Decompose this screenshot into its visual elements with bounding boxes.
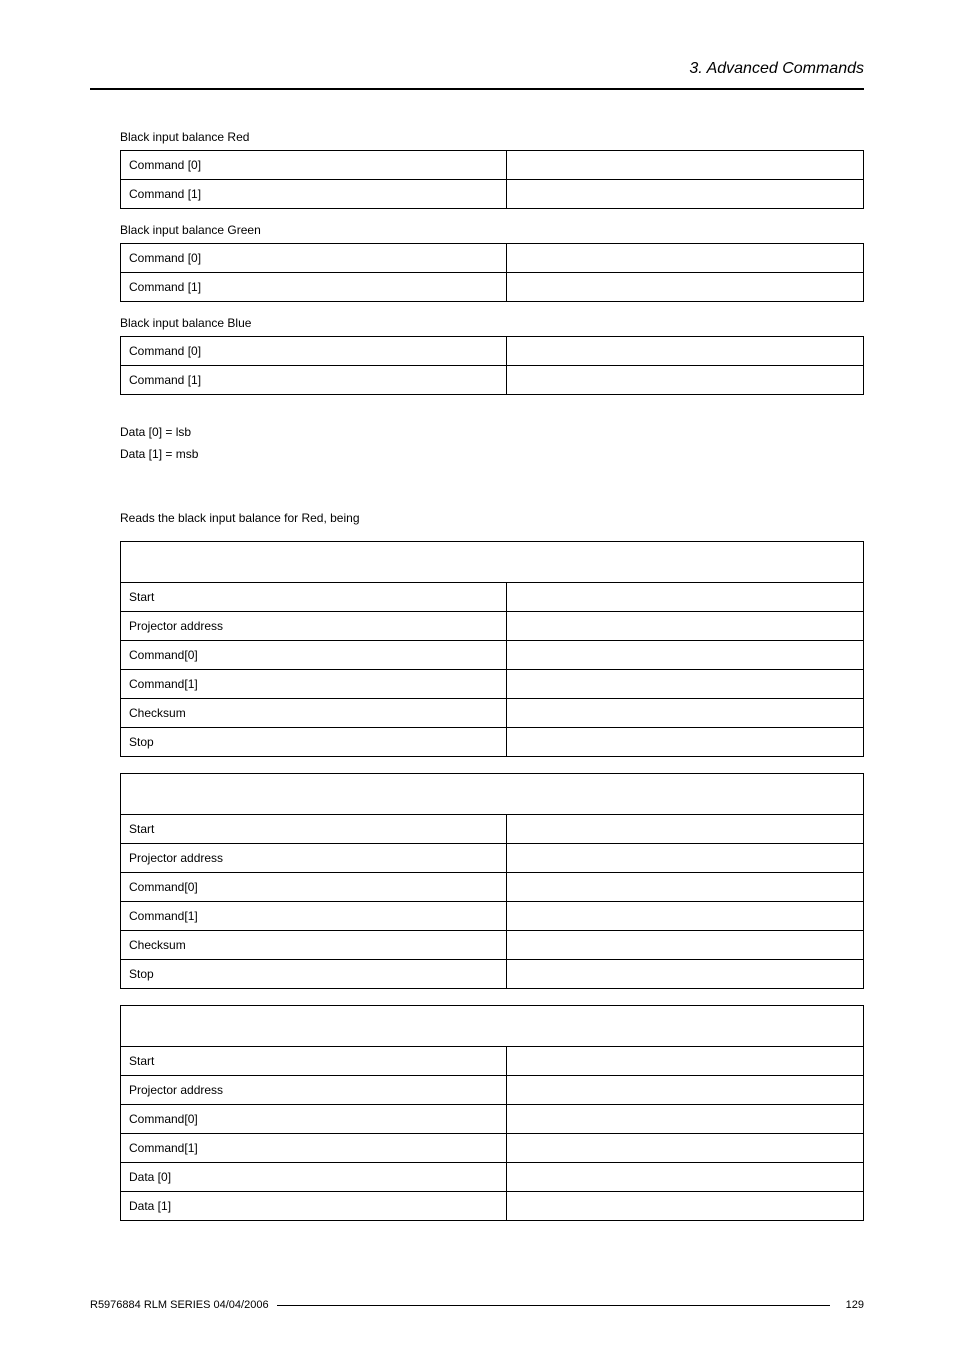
table-row: Command[0] [121,641,864,670]
cell-value [507,902,864,931]
cell-value [507,180,864,209]
footer-page-number: 129 [838,1299,864,1311]
text-example-intro: Reads the black input balance for Red, b… [120,511,864,525]
cell-label: Start [121,815,507,844]
cell-label: Command[0] [121,873,507,902]
table-row: Checksum [121,931,864,960]
cell-label: Projector address [121,1076,507,1105]
table-row: Command [0] [121,244,864,273]
label-black-input-blue: Black input balance Blue [120,316,864,330]
table-row: Projector address [121,612,864,641]
table-row: Command [1] [121,180,864,209]
cell-label: Checksum [121,931,507,960]
cell-value [507,273,864,302]
cell-value [507,1047,864,1076]
cell-value [507,612,864,641]
table-header-cell [121,1006,864,1047]
cell-label: Command [0] [121,151,507,180]
table-row: Checksum [121,699,864,728]
cell-value [507,583,864,612]
cell-label: Command [0] [121,337,507,366]
cell-value [507,1192,864,1221]
text-data-lsb: Data [0] = lsb [120,425,864,439]
cell-label: Command[1] [121,1134,507,1163]
cell-label: Stop [121,728,507,757]
table-row: Projector address [121,1076,864,1105]
header-rule [90,88,864,90]
table-row: Start [121,583,864,612]
cell-value [507,366,864,395]
cell-label: Command[1] [121,670,507,699]
table-example-2: Start Projector address Command[0] Comma… [120,773,864,989]
table-example-3: Start Projector address Command[0] Comma… [120,1005,864,1221]
cell-value [507,1076,864,1105]
footer-doc-id: R5976884 RLM SERIES 04/04/2006 [90,1299,269,1311]
cell-label: Stop [121,960,507,989]
cell-label: Start [121,1047,507,1076]
cell-value [507,699,864,728]
table-row: Stop [121,728,864,757]
cell-label: Command [0] [121,244,507,273]
cell-label: Command [1] [121,366,507,395]
document-body: Black input balance Red Command [0] Comm… [90,130,864,1221]
table-example-1: Start Projector address Command[0] Comma… [120,541,864,757]
cell-value [507,641,864,670]
table-red-commands: Command [0] Command [1] [120,150,864,209]
cell-label: Command [1] [121,180,507,209]
cell-label: Projector address [121,844,507,873]
table-row: Data [0] [121,1163,864,1192]
cell-label: Command[0] [121,641,507,670]
table-row: Projector address [121,844,864,873]
table-header-cell [121,542,864,583]
cell-value [507,931,864,960]
table-row: Start [121,815,864,844]
cell-label: Projector address [121,612,507,641]
table-header-row [121,774,864,815]
table-row: Command [1] [121,273,864,302]
cell-value [507,337,864,366]
cell-label: Command [1] [121,273,507,302]
cell-label: Data [0] [121,1163,507,1192]
cell-value [507,728,864,757]
table-row: Command[0] [121,873,864,902]
page-footer: R5976884 RLM SERIES 04/04/2006 129 [90,1299,864,1311]
table-header-cell [121,774,864,815]
cell-value [507,1163,864,1192]
table-row: Start [121,1047,864,1076]
text-data-msb: Data [1] = msb [120,447,864,461]
cell-label: Command[0] [121,1105,507,1134]
cell-label: Start [121,583,507,612]
table-row: Stop [121,960,864,989]
table-row: Command[1] [121,670,864,699]
cell-label: Data [1] [121,1192,507,1221]
table-row: Command [1] [121,366,864,395]
table-row: Command [0] [121,151,864,180]
table-row: Data [1] [121,1192,864,1221]
cell-value [507,244,864,273]
cell-value [507,151,864,180]
cell-label: Command[1] [121,902,507,931]
cell-value [507,670,864,699]
cell-value [507,960,864,989]
section-header: 3. Advanced Commands [90,60,864,88]
cell-label: Checksum [121,699,507,728]
table-header-row [121,1006,864,1047]
table-header-row [121,542,864,583]
cell-value [507,1105,864,1134]
table-green-commands: Command [0] Command [1] [120,243,864,302]
cell-value [507,844,864,873]
label-black-input-green: Black input balance Green [120,223,864,237]
page: 3. Advanced Commands Black input balance… [0,0,954,1351]
table-row: Command[1] [121,1134,864,1163]
table-row: Command[1] [121,902,864,931]
label-black-input-red: Black input balance Red [120,130,864,144]
footer-rule [277,1305,830,1306]
table-blue-commands: Command [0] Command [1] [120,336,864,395]
cell-value [507,873,864,902]
table-row: Command [0] [121,337,864,366]
cell-value [507,1134,864,1163]
table-row: Command[0] [121,1105,864,1134]
cell-value [507,815,864,844]
